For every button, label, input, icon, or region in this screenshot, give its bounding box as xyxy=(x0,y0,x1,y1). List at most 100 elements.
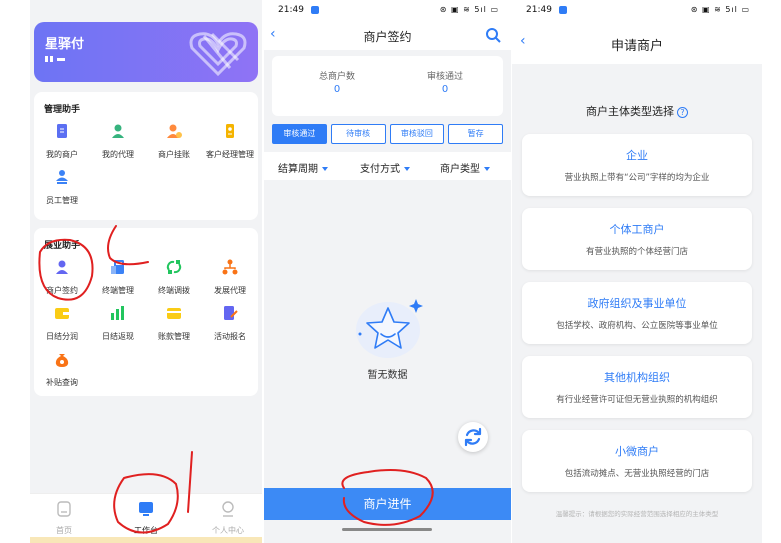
status-icons: ⊛ ▣ ≋ 5ıl ▭ xyxy=(439,5,499,14)
stat-total-merchants: 总商户数 0 xyxy=(282,69,392,95)
status-time: 21:49 xyxy=(526,5,552,15)
home-icon xyxy=(57,501,71,517)
notification-icon xyxy=(559,6,567,14)
type-title: 其他机构组织 xyxy=(604,371,670,384)
grid-item[interactable]: 终端调拨 xyxy=(146,258,202,296)
caret-down-icon xyxy=(404,167,410,171)
home-indicator xyxy=(342,528,432,531)
grid-item[interactable]: 账款管理 xyxy=(146,304,202,342)
grid-item[interactable]: 我的商户 xyxy=(34,122,90,160)
help-icon[interactable]: ? xyxy=(677,106,688,118)
grid-item[interactable]: 员工管理 xyxy=(34,168,90,206)
tab-workbench[interactable]: 工作台 xyxy=(116,500,176,536)
page-title: 商户签约 xyxy=(363,30,412,44)
grid-item-label: 我的商户 xyxy=(46,150,78,159)
grid-item[interactable]: 商户挂账 xyxy=(146,122,202,160)
grid-item[interactable]: 客户经理管理 xyxy=(202,122,258,160)
bottom-tabbar: 首页 工作台 个人中心 xyxy=(30,493,262,543)
page-title: 申请商户 xyxy=(610,39,663,54)
workbench-icon xyxy=(139,502,153,516)
grid-item-label: 活动报名 xyxy=(214,332,246,341)
grid-item[interactable]: 终端管理 xyxy=(90,258,146,296)
grid-item[interactable]: 我的代理 xyxy=(90,122,146,160)
brand-id-mask xyxy=(45,56,65,62)
caret-down-icon xyxy=(322,167,328,171)
edit-doc-icon xyxy=(224,306,238,320)
filter-payment-method[interactable]: 支付方式 xyxy=(360,160,410,175)
search-icon[interactable] xyxy=(485,27,501,43)
person-icon xyxy=(112,124,124,138)
heading-text: 商户主体类型选择 xyxy=(586,105,674,118)
grid-item-label: 客户经理管理 xyxy=(206,150,254,159)
type-desc: 营业执照上带有“公司”字样的均为企业 xyxy=(564,173,710,183)
tab-pending[interactable]: 待审核 xyxy=(330,124,386,144)
grid-item-label: 日结分润 xyxy=(46,332,78,341)
grid-item[interactable]: 商户签约 xyxy=(34,258,90,296)
grid-item-label: 商户挂账 xyxy=(158,150,190,159)
merchant-onboard-button[interactable]: 商户进件 xyxy=(264,488,511,520)
grid-item-label: 终端调拨 xyxy=(158,286,190,295)
grid-item[interactable]: 日结返现 xyxy=(90,304,146,342)
document-icon xyxy=(57,124,67,138)
stat-approved: 审核通过 0 xyxy=(390,69,500,95)
type-desc: 有行业经营许可证但无营业执照的机构组织 xyxy=(556,395,718,405)
workbench-screen: 星驿付 管理助手 我的商户 我的代理 商户挂账 客户经理管理员工管理 展业助手 商户签… xyxy=(30,0,262,543)
tab-draft[interactable]: 暂存 xyxy=(448,124,503,144)
merchant-type-card[interactable]: 个体工商户有营业执照的个体经营门店 xyxy=(522,208,752,270)
filter-label: 商户类型 xyxy=(440,164,480,175)
brand-card: 星驿付 xyxy=(34,22,258,82)
tab-rejected[interactable]: 审核驳回 xyxy=(389,124,445,144)
bar-chart-icon xyxy=(111,306,124,320)
business-section: 展业助手 商户签约 终端管理 终端调拨 发展代理日结分润 日结返现 账款管理 活动报名补贴查… xyxy=(34,228,258,396)
tab-label: 个人中心 xyxy=(212,526,244,535)
stat-label: 审核通过 xyxy=(426,72,463,82)
grid-item[interactable]: 日结分润 xyxy=(34,304,90,342)
apply-merchant-screen: 21:49 ⊛ ▣ ≋ 5ıl ▭ ‹ 申请商户 商户主体类型选择? 企业营业执… xyxy=(512,0,762,543)
org-tree-icon xyxy=(222,259,238,275)
navbar: ‹ 申请商户 xyxy=(512,22,762,64)
person-coin-icon xyxy=(167,124,182,138)
grid-item[interactable]: 发展代理 xyxy=(202,258,258,296)
merchant-type-card[interactable]: 企业营业执照上带有“公司”字样的均为企业 xyxy=(522,134,752,196)
merchant-type-card[interactable]: 其他机构组织有行业经营许可证但无营业执照的机构组织 xyxy=(522,356,752,418)
sign-person-icon xyxy=(56,260,68,274)
filter-settlement-cycle[interactable]: 结算周期 xyxy=(278,160,328,175)
grid-item[interactable]: 补贴查询 xyxy=(34,350,90,388)
status-time: 21:49 xyxy=(278,5,304,15)
status-bar: 21:49 ⊛ ▣ ≋ 5ıl ▭ xyxy=(512,0,762,22)
tab-profile[interactable]: 个人中心 xyxy=(198,500,258,536)
type-desc: 包括学校、政府机构、公立医院等事业单位 xyxy=(556,321,718,331)
stats-card: 总商户数 0 审核通过 0 xyxy=(272,56,503,116)
filter-merchant-type[interactable]: 商户类型 xyxy=(440,160,490,175)
caret-down-icon xyxy=(484,167,490,171)
bottom-strip xyxy=(30,537,262,543)
user-icon xyxy=(222,501,234,517)
tab-home[interactable]: 首页 xyxy=(34,500,94,536)
filter-label: 结算周期 xyxy=(278,164,318,175)
stat-label: 总商户数 xyxy=(318,72,355,82)
grid-item[interactable]: 活动报名 xyxy=(202,304,258,342)
people-icon xyxy=(56,170,68,184)
tip-text: 温馨提示：请根据您的实际经营范围选择相应的主体类型 xyxy=(555,510,719,518)
grid-item-label: 账款管理 xyxy=(158,332,190,341)
merchant-type-card[interactable]: 政府组织及事业单位包括学校、政府机构、公立医院等事业单位 xyxy=(522,282,752,344)
empty-star-icon xyxy=(355,299,423,358)
stat-value: 0 xyxy=(441,84,449,95)
type-desc: 有营业执照的个体经营门店 xyxy=(585,247,688,257)
stat-value: 0 xyxy=(333,84,341,95)
section-title: 管理助手 xyxy=(44,105,81,115)
card-icon xyxy=(167,308,181,319)
tab-approved[interactable]: 审核通过 xyxy=(272,124,327,144)
status-icons: ⊛ ▣ ≋ 5ıl ▭ xyxy=(690,5,750,14)
status-bar: 21:49 ⊛ ▣ ≋ 5ıl ▭ xyxy=(264,0,511,22)
type-title: 企业 xyxy=(626,149,648,162)
refresh-button[interactable] xyxy=(458,422,488,452)
type-title: 个体工商户 xyxy=(609,223,665,236)
grid-item-label: 终端管理 xyxy=(102,286,134,295)
wallet-icon xyxy=(55,308,69,319)
section-title: 展业助手 xyxy=(44,241,81,251)
notification-icon xyxy=(311,6,319,14)
type-title: 政府组织及事业单位 xyxy=(587,297,687,310)
grid-item-label: 商户签约 xyxy=(46,286,78,295)
merchant-type-card[interactable]: 小微商户 包括流动摊点、无营业执照经营的门店 xyxy=(522,430,752,492)
